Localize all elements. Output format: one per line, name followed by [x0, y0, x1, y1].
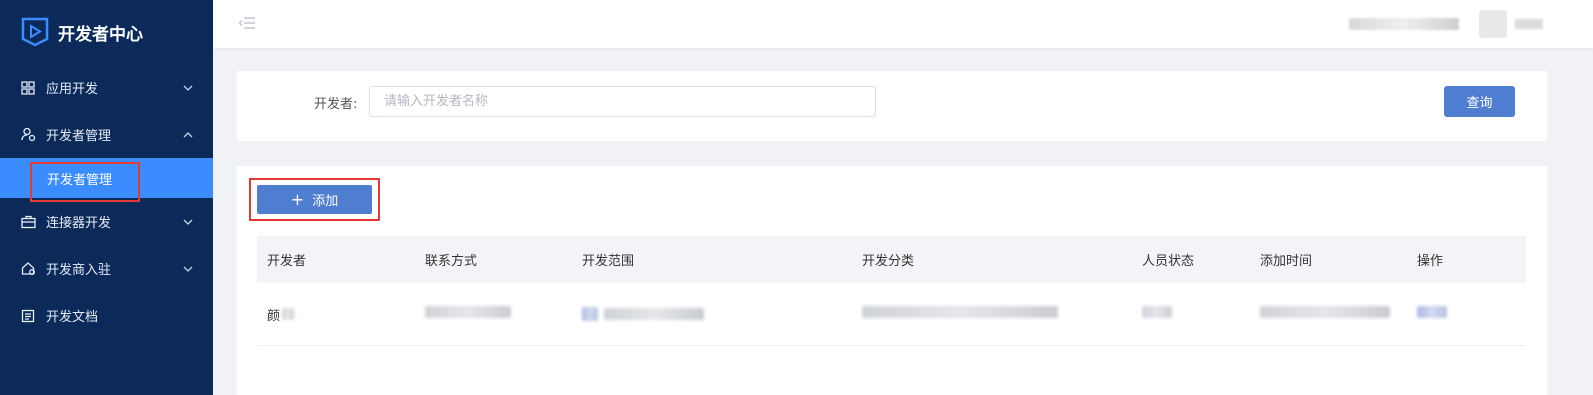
developer-name: 颜: [267, 308, 281, 324]
sidebar: 开发者中心 应用开发 开发者管理 开发者管理 连接器开发 开发商入驻 开发文档: [0, 0, 213, 395]
chevron-up-icon: [183, 130, 193, 140]
column-header-contact: 联系方式: [425, 254, 478, 269]
grid-icon: [20, 80, 36, 96]
column-header-developer: 开发者: [267, 254, 307, 269]
plus-icon: +: [290, 189, 305, 209]
sidebar-subitem-developer-mgmt[interactable]: 开发者管理: [0, 158, 213, 202]
sidebar-item-label: 开发商入驻: [46, 263, 112, 278]
cell-added-time: [1260, 306, 1390, 322]
cell-actions[interactable]: [1417, 306, 1447, 322]
add-button[interactable]: + 添加: [257, 185, 372, 214]
content-panel: + 添加 开发者 联系方式 开发范围 开发分类 人员状态 添加时间 操作 颜: [237, 166, 1547, 395]
logo[interactable]: 开发者中心: [0, 0, 213, 64]
column-header-category: 开发分类: [862, 254, 915, 269]
cell-contact: [425, 306, 511, 322]
redacted-text: [282, 308, 295, 320]
briefcase-icon: [20, 214, 36, 230]
sidebar-subitem-label: 开发者管理: [47, 172, 113, 188]
developer-table: 开发者 联系方式 开发范围 开发分类 人员状态 添加时间 操作 颜: [257, 236, 1526, 346]
logo-icon: [20, 17, 50, 47]
sidebar-item-developer-mgmt[interactable]: 开发者管理: [0, 111, 213, 158]
cell-scope: [582, 307, 704, 321]
logo-title: 开发者中心: [58, 24, 143, 45]
column-header-status: 人员状态: [1142, 254, 1195, 269]
sidebar-item-label: 连接器开发: [46, 216, 112, 231]
cell-status: [1142, 306, 1172, 322]
user-name-redacted: [1349, 18, 1459, 30]
column-header-added-time: 添加时间: [1260, 254, 1313, 269]
redacted-text: [1142, 306, 1172, 318]
home-settings-icon: [20, 261, 36, 277]
cell-developer: 颜: [267, 305, 295, 324]
sidebar-item-vendor-onboarding[interactable]: 开发商入驻: [0, 245, 213, 292]
column-header-actions: 操作: [1417, 254, 1444, 269]
redacted-tag: [582, 307, 598, 321]
add-button-label: 添加: [312, 194, 339, 209]
sidebar-item-connector-dev[interactable]: 连接器开发: [0, 198, 213, 245]
top-header: [213, 0, 1593, 48]
highlight-box: + 添加: [249, 178, 380, 221]
developer-search-input[interactable]: [369, 86, 876, 117]
table-header: 开发者 联系方式 开发范围 开发分类 人员状态 添加时间 操作: [257, 236, 1526, 283]
sidebar-item-label: 开发文档: [46, 310, 99, 325]
menu-fold-icon[interactable]: [238, 15, 256, 31]
sidebar-item-docs[interactable]: 开发文档: [0, 292, 213, 339]
user-role-redacted: [1515, 19, 1543, 29]
avatar[interactable]: [1479, 10, 1507, 38]
query-button[interactable]: 查询: [1444, 86, 1515, 117]
table-row: 颜: [257, 283, 1526, 346]
redacted-text: [604, 308, 704, 320]
redacted-text: [862, 306, 1058, 318]
redacted-text: [1260, 306, 1390, 318]
sidebar-item-label: 开发者管理: [46, 129, 112, 144]
column-header-scope: 开发范围: [582, 254, 635, 269]
document-icon: [20, 308, 36, 324]
chevron-down-icon: [183, 217, 193, 227]
chevron-down-icon: [183, 264, 193, 274]
developer-search-label: 开发者:: [314, 97, 358, 112]
user-gear-icon: [20, 127, 36, 143]
sidebar-item-app-dev[interactable]: 应用开发: [0, 64, 213, 111]
search-panel: 开发者: 查询: [237, 71, 1547, 141]
action-link-redacted[interactable]: [1417, 306, 1447, 318]
cell-category: [862, 306, 1058, 322]
user-area[interactable]: [1349, 10, 1543, 38]
redacted-text: [425, 306, 511, 318]
chevron-down-icon: [183, 83, 193, 93]
sidebar-item-label: 应用开发: [46, 82, 99, 97]
